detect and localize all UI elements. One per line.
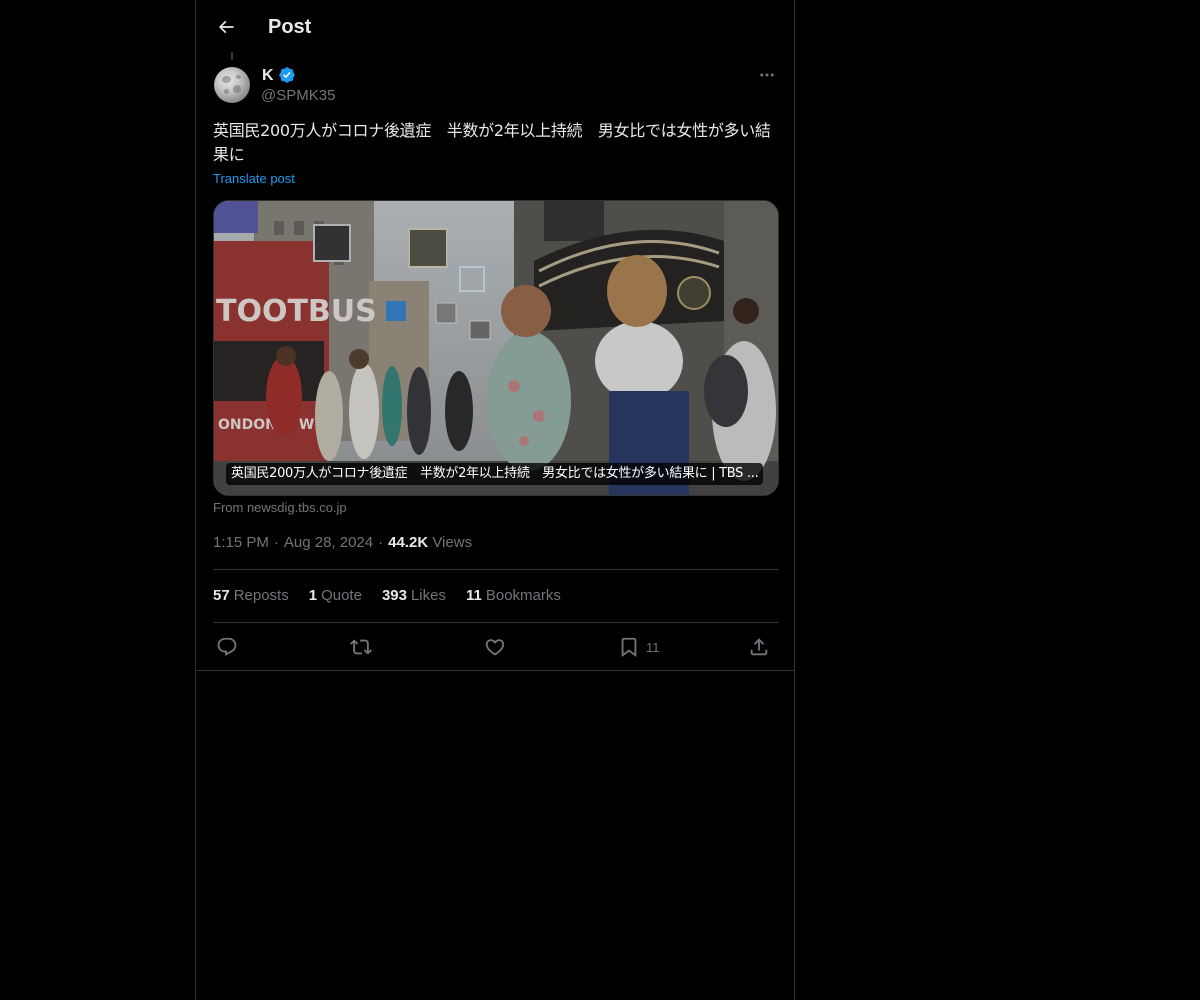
- views-count: 44.2K: [388, 534, 429, 551]
- reply-icon: [217, 637, 237, 656]
- divider: [213, 622, 779, 623]
- divider: [213, 569, 779, 570]
- bookmark-icon: [621, 637, 637, 658]
- post-detail-column: Post K @SPMK35 英国民200万人がコロナ後遺症 半数が2年以上持続…: [195, 0, 795, 1000]
- post-time[interactable]: 1:15 PM: [213, 534, 269, 551]
- views-label: Views: [432, 534, 473, 551]
- arrow-left-icon: [218, 20, 234, 34]
- action-bar: 11: [213, 634, 779, 660]
- bookmark-button[interactable]: 11: [618, 634, 660, 660]
- page-title: Post: [268, 16, 312, 38]
- bookmarks-stat[interactable]: 11 Bookmarks: [466, 586, 561, 606]
- post-bottom-border: [196, 670, 794, 671]
- reply-button[interactable]: [216, 634, 238, 660]
- verified-badge-icon[interactable]: [278, 66, 296, 84]
- repost-button[interactable]: [350, 634, 372, 660]
- link-source[interactable]: From newsdig.tbs.co.jp: [213, 499, 347, 517]
- reposts-stat[interactable]: 57 Reposts: [213, 586, 289, 606]
- quotes-stat[interactable]: 1 Quote: [309, 586, 362, 606]
- share-icon: [750, 638, 768, 656]
- repost-icon: [350, 639, 372, 655]
- avatar[interactable]: [214, 67, 250, 103]
- post-date[interactable]: Aug 28, 2024: [284, 534, 373, 551]
- media-caption: 英国民200万人がコロナ後遺症 半数が2年以上持続 男女比では女性が多い結果に …: [226, 463, 764, 485]
- more-horizontal-icon: [760, 73, 774, 77]
- thread-connector-line: [231, 52, 233, 60]
- back-button[interactable]: [208, 9, 244, 45]
- likes-stat[interactable]: 393 Likes: [382, 586, 446, 606]
- translate-post-link[interactable]: Translate post: [213, 170, 295, 188]
- link-card-media[interactable]: TOOTBUS ONDON & W 英国民200万人がコロナ後遺症 半数が2年以…: [213, 200, 779, 496]
- heart-icon: [485, 639, 505, 656]
- like-button[interactable]: [484, 634, 506, 660]
- separator-dot: ·: [378, 534, 384, 551]
- post-text: 英国民200万人がコロナ後遺症 半数が2年以上持続 男女比では女性が多い結果に: [213, 121, 771, 164]
- share-button[interactable]: [748, 634, 770, 660]
- top-bar: Post: [196, 0, 794, 54]
- bookmark-count: 11: [646, 639, 660, 655]
- post-meta: 1:15 PM · Aug 28, 2024 · 44.2K Views: [213, 533, 472, 553]
- street-scene-image: TOOTBUS ONDON & W: [214, 201, 778, 495]
- author-handle[interactable]: @SPMK35: [261, 86, 335, 106]
- more-options-button[interactable]: [756, 66, 778, 84]
- engagement-stats: 57 Reposts 1 Quote 393 Likes 11 Bookmarks: [213, 586, 581, 606]
- separator-dot: ·: [273, 534, 279, 551]
- author-display-name[interactable]: K: [262, 66, 274, 86]
